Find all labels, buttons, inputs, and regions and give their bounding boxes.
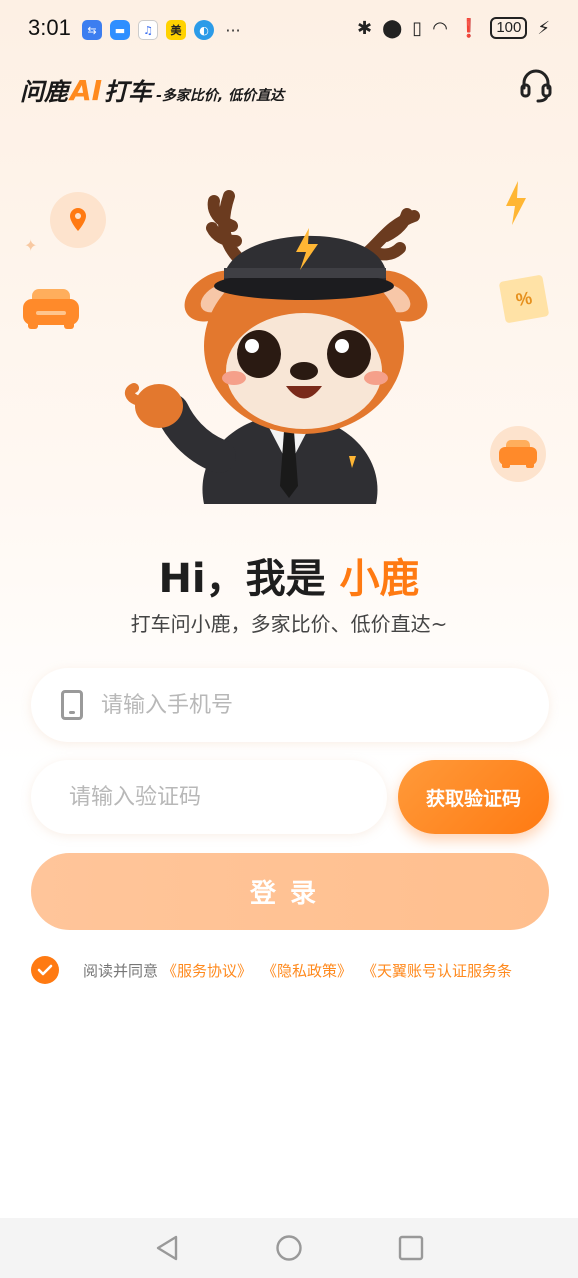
more-icon: ··· bbox=[225, 20, 241, 40]
tianyi-auth-terms-link[interactable]: 《天翼账号认证服务条 bbox=[362, 960, 512, 981]
music-icon: ♫ bbox=[138, 20, 158, 40]
agreement-row: 阅读并同意 《服务协议》 《隐私政策》 《天翼账号认证服务条 bbox=[31, 955, 549, 985]
service-agreement-link[interactable]: 《服务协议》 bbox=[162, 960, 252, 981]
back-icon[interactable] bbox=[149, 1230, 185, 1266]
logo-text: 问鹿 bbox=[20, 78, 68, 106]
greeting-subtitle: 打车问小鹿，多家比价、低价直达~ bbox=[130, 612, 448, 636]
phone-input[interactable] bbox=[101, 692, 481, 718]
location-pin-icon bbox=[50, 192, 106, 248]
vibrate-icon: ▯ bbox=[412, 17, 423, 39]
agree-prefix: 阅读并同意 bbox=[83, 961, 159, 980]
system-nav-bar bbox=[0, 1218, 578, 1278]
bluetooth-icon: ✱ bbox=[357, 17, 373, 39]
usb-icon: ⇆ bbox=[82, 20, 102, 40]
meituan-icon: 美 bbox=[166, 20, 186, 40]
recents-icon[interactable] bbox=[393, 1230, 429, 1266]
app-logo: 问鹿 AI 打车 -多家比价, 低价直达 bbox=[20, 72, 284, 107]
car-bubble-icon bbox=[490, 426, 546, 482]
get-code-button[interactable]: 获取验证码 bbox=[398, 760, 549, 834]
battery-indicator: 100 bbox=[490, 17, 528, 39]
logo-ai-text: AI bbox=[70, 74, 103, 107]
code-field-container bbox=[31, 760, 387, 834]
login-button[interactable]: 登录 bbox=[31, 853, 549, 930]
logo-text-2: 打车 bbox=[104, 78, 153, 106]
agree-checkbox[interactable] bbox=[31, 956, 59, 984]
discount-icon: % bbox=[498, 274, 550, 324]
phone-icon bbox=[61, 690, 83, 720]
status-time: 3:01 bbox=[28, 15, 71, 40]
logo-tagline: -多家比价, 低价直达 bbox=[156, 88, 285, 104]
verification-code-input[interactable] bbox=[69, 784, 359, 810]
customer-service-icon[interactable] bbox=[520, 68, 552, 104]
location-icon: ⬤ bbox=[382, 17, 403, 39]
wifi-icon: ◠ bbox=[432, 17, 448, 39]
sparkle-icon: ✦ bbox=[24, 236, 38, 255]
lightning-icon bbox=[504, 180, 528, 230]
greeting-highlight: 小鹿 bbox=[339, 556, 420, 602]
home-icon[interactable] bbox=[271, 1230, 307, 1266]
phone-field-container bbox=[31, 668, 549, 742]
message-icon: ▬ bbox=[110, 20, 130, 40]
car-icon bbox=[22, 287, 80, 335]
browser-icon: ◐ bbox=[194, 20, 214, 40]
greeting-prefix: Hi，我是 bbox=[158, 556, 340, 602]
greeting-title: Hi，我是 小鹿 bbox=[0, 546, 578, 604]
deer-mascot-illustration bbox=[124, 186, 454, 506]
alert-icon: ❗ bbox=[457, 17, 481, 39]
notification-icons: ⇆ ▬ ♫ 美 ◐ ··· bbox=[82, 20, 244, 40]
charging-icon: ⚡ bbox=[537, 17, 550, 39]
privacy-policy-link[interactable]: 《隐私政策》 bbox=[262, 960, 352, 981]
app-header: 问鹿 AI 打车 -多家比价, 低价直达 bbox=[0, 60, 578, 120]
checkmark-icon bbox=[37, 964, 53, 976]
system-icons: ✱ ⬤ ▯ ◠ ❗ 100 ⚡ bbox=[357, 17, 550, 39]
status-bar: 3:01 ⇆ ▬ ♫ 美 ◐ ··· ✱ ⬤ ▯ ◠ ❗ 100 ⚡ bbox=[0, 0, 578, 60]
